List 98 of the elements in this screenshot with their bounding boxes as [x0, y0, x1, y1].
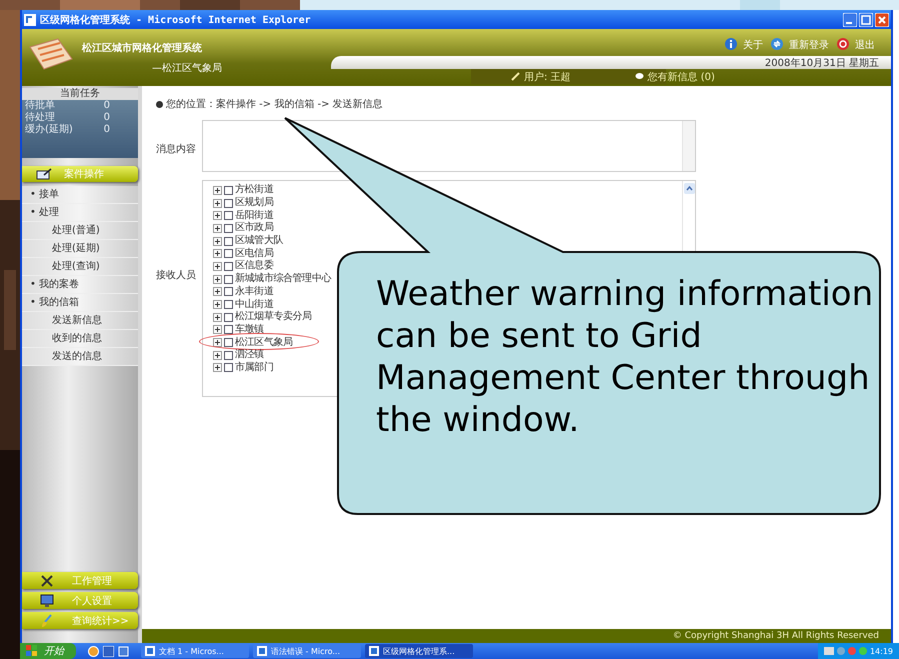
checkbox[interactable] — [224, 236, 233, 246]
windows-logo-icon — [26, 645, 38, 657]
tree-item[interactable]: 车墩镇 — [235, 324, 264, 336]
menu-item[interactable]: • 接单 — [22, 186, 138, 204]
checkbox[interactable] — [224, 224, 233, 233]
minimize-icon — [843, 12, 857, 26]
submenu-item[interactable]: 发送的信息 — [22, 348, 138, 366]
tree-item[interactable]: 方松街道 — [235, 184, 274, 196]
monitor-icon — [40, 594, 54, 608]
checkbox[interactable] — [224, 262, 233, 271]
tree-item[interactable]: 区信息委 — [235, 260, 274, 272]
department-name: —松江区气象局 — [151, 62, 222, 75]
expand-icon — [213, 338, 222, 348]
expand-icon — [213, 236, 222, 246]
new-messages-link[interactable]: 您有新信息 (0) — [648, 70, 715, 84]
task-link[interactable]: 待处理 — [25, 112, 55, 124]
task-count: 0 — [104, 124, 110, 136]
menu-item[interactable]: • 处理 — [22, 204, 138, 222]
taskbar-button[interactable]: 文档 1 - Micros... — [141, 644, 249, 658]
expand-icon — [213, 224, 222, 233]
submenu-item[interactable]: 收到的信息 — [22, 330, 138, 348]
tree-item[interactable]: 新城城市综合管理中心 — [235, 273, 332, 286]
tree-item[interactable]: 岳阳街道 — [235, 210, 274, 222]
date-text: 2008年10月31日 星期五 — [764, 56, 880, 70]
tree-item[interactable]: 区城管大队 — [235, 235, 284, 248]
callout-text: Weather warning information can be sent to Grid Management Center through the window. — [376, 273, 874, 441]
pen-tablet-icon — [36, 168, 52, 180]
scrollbar[interactable] — [682, 121, 695, 171]
window-icon — [257, 646, 267, 656]
expand-icon — [213, 325, 222, 334]
expand-icon — [213, 211, 222, 220]
checkbox[interactable] — [224, 186, 233, 195]
task-count: 0 — [104, 112, 110, 124]
checkbox[interactable] — [224, 312, 233, 322]
tree-item[interactable]: 松江烟草专卖分局 — [235, 311, 312, 324]
clock: 14:19 — [870, 646, 893, 656]
checkbox[interactable] — [224, 287, 233, 296]
field-label: 接收人员 — [156, 268, 197, 283]
taskbar-button[interactable]: 区级网格化管理系... — [365, 644, 473, 658]
submenu-item[interactable]: 发送新信息 — [22, 312, 138, 330]
checkbox[interactable] — [224, 350, 233, 360]
tree-item[interactable]: 区电信局 — [235, 248, 274, 260]
expand-icon — [213, 198, 222, 208]
message-field[interactable] — [202, 120, 696, 172]
expand-icon — [213, 249, 222, 258]
pencil-icon — [511, 72, 520, 81]
menu-item[interactable]: • 我的案卷 — [22, 276, 138, 294]
bullet-icon — [156, 100, 163, 108]
checkbox[interactable] — [224, 300, 233, 310]
checkbox[interactable] — [224, 198, 233, 208]
tree-item[interactable]: 中山街道 — [235, 298, 274, 311]
checkbox[interactable] — [224, 274, 233, 284]
checkbox[interactable] — [224, 211, 233, 220]
expand-icon — [213, 287, 222, 296]
breadcrumb: 您的位置：案件操作 -> 我的信箱 -> 发送新信息 — [166, 98, 383, 111]
section-label: 案件操作 — [64, 168, 104, 181]
tree-item[interactable]: 区规划局 — [235, 197, 274, 210]
submenu-item[interactable]: 处理(查询) — [22, 258, 138, 276]
user-name: 用户: 王超 — [524, 70, 571, 84]
menu-item[interactable]: • 我的信箱 — [22, 294, 138, 312]
expand-icon — [213, 262, 222, 271]
field-label: 消息内容 — [156, 142, 197, 157]
tree-item[interactable]: 永丰街道 — [235, 286, 274, 298]
maximize-icon — [859, 12, 873, 26]
checkbox[interactable] — [224, 325, 233, 334]
tree-item[interactable]: 区市政局 — [235, 222, 274, 234]
window-icon — [369, 646, 379, 656]
start-button[interactable]: 开始 — [20, 643, 76, 659]
submenu-item[interactable]: 处理(延期) — [22, 240, 138, 258]
tools-icon — [40, 574, 54, 588]
task-panel-title: 当前任务 — [22, 88, 138, 100]
tree-item[interactable]: 松江区气象局 — [235, 336, 293, 349]
task-link[interactable]: 缓办(延期) — [25, 124, 73, 136]
expand-icon — [213, 363, 222, 372]
expand-icon — [213, 312, 222, 322]
scroll-up-icon[interactable] — [684, 183, 694, 194]
arrows-icon — [771, 38, 785, 52]
submenu-item[interactable]: 处理(普通) — [22, 222, 138, 240]
close-icon — [875, 12, 889, 26]
expand-icon — [213, 186, 222, 195]
checkbox[interactable] — [224, 338, 233, 348]
logo-icon — [28, 37, 74, 71]
checkbox[interactable] — [224, 249, 233, 258]
task-count: 0 — [104, 100, 110, 112]
window-icon — [145, 646, 155, 656]
task-link[interactable]: 待批单 — [25, 100, 55, 112]
window-title: 区级网格化管理系统 - Microsoft Internet Explorer — [40, 14, 312, 26]
expand-icon — [213, 300, 222, 310]
brush-icon — [40, 614, 54, 628]
info-icon — [725, 38, 739, 52]
copyright-text: © Copyright Shanghai 3H All Rights Reserved — [672, 631, 879, 641]
taskbar-button[interactable]: 语法错误 - Micro... — [253, 644, 361, 658]
expand-icon — [213, 350, 222, 360]
system-name: 松江区城市网格化管理系统 — [82, 41, 203, 55]
tree-item[interactable]: 市属部门 — [235, 362, 274, 374]
expand-icon — [213, 274, 222, 284]
checkbox[interactable] — [224, 363, 233, 372]
tree-item[interactable]: 泗泾镇 — [235, 349, 264, 362]
